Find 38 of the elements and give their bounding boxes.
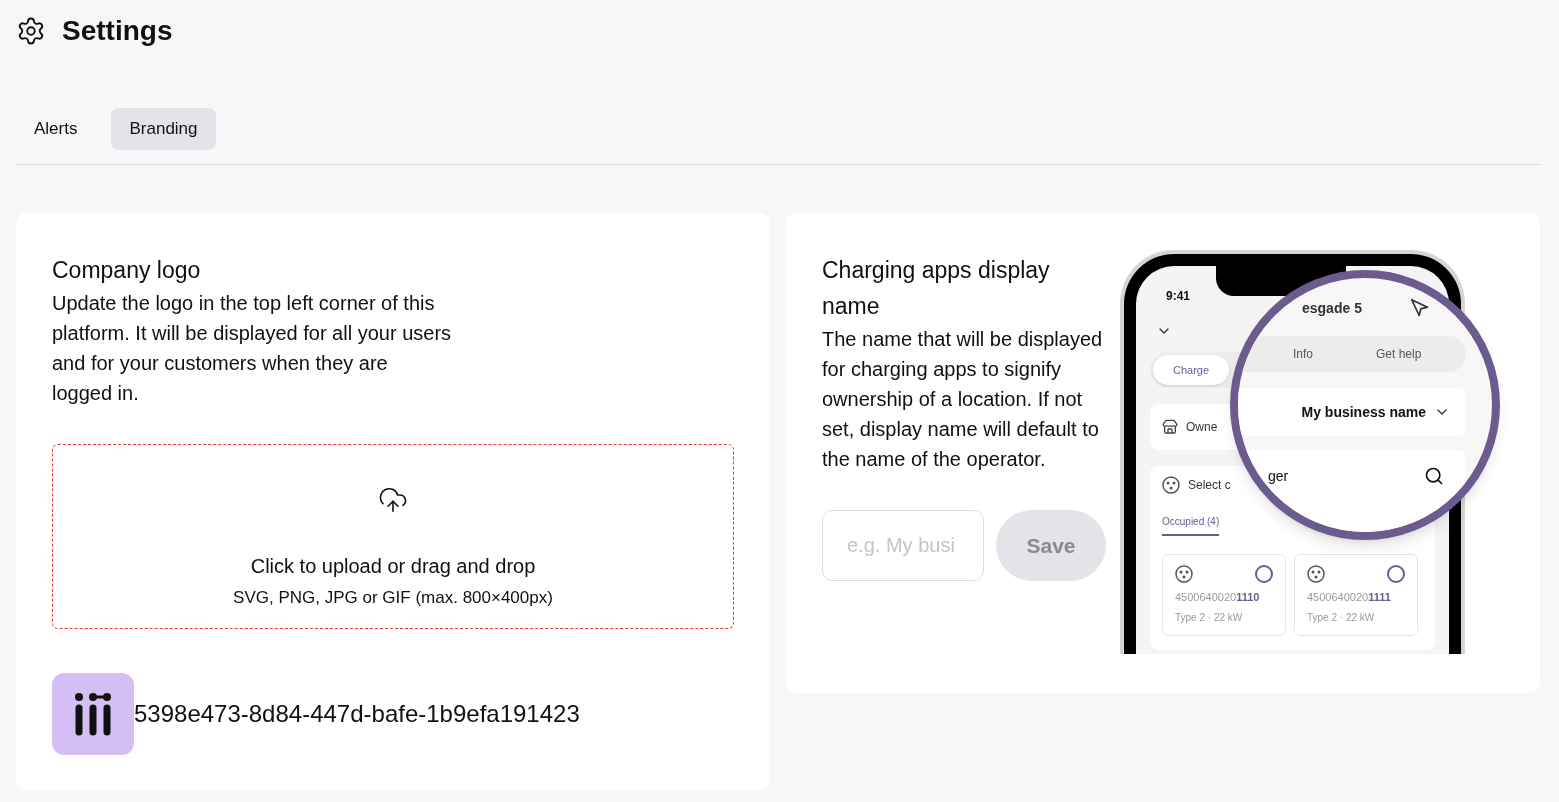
- charger-id: 45006400201110: [1175, 590, 1261, 605]
- filter-tab[interactable]: Occupied (4): [1162, 516, 1220, 527]
- card-description: The name that will be displayed for charging apps to signify ownership of a location. If not set, display name will default to the name of the operator.: [822, 327, 1104, 472]
- upload-hint: SVG, PNG, JPG or GIF (max. 800×400px): [233, 586, 553, 609]
- charger-type: Type 2 · 22 kW: [1307, 610, 1376, 625]
- logo-icon: [73, 691, 113, 736]
- select-label: Select c: [1188, 477, 1231, 494]
- charger-option[interactable]: 45006400201111 Type 2 · 22 kW: [1294, 554, 1418, 636]
- owner-value: My business name: [1301, 402, 1426, 422]
- store-icon: [1162, 419, 1178, 435]
- status-time: 9:41: [1166, 288, 1191, 305]
- settings-icon: [16, 16, 46, 46]
- phone-tab[interactable]: Info: [1293, 345, 1313, 363]
- tab[interactable]: Alerts: [16, 108, 96, 150]
- page-title: Settings: [62, 14, 173, 48]
- plug-icon: [1175, 565, 1193, 583]
- upload-title: Click to upload or drag and drop: [250, 553, 536, 579]
- charger-id: 45006400201111: [1307, 590, 1392, 605]
- phone-tab[interactable]: Get help: [1376, 345, 1422, 363]
- owner-label: Owne: [1186, 419, 1218, 436]
- charger-type: Type 2 · 22 kW: [1175, 610, 1244, 625]
- navigation-icon: [1410, 298, 1430, 318]
- card-title: Company logo: [52, 256, 202, 285]
- search-icon: [1424, 466, 1444, 486]
- phone-tab[interactable]: Charge: [1153, 355, 1229, 385]
- location-title: esgade 5: [1302, 299, 1362, 318]
- card-title: Charging apps display name: [822, 256, 1051, 321]
- radio-button[interactable]: [1387, 565, 1405, 583]
- tab[interactable]: Branding: [111, 108, 216, 150]
- card-description: Update the logo in the top left corner of this platform. It will be displayed for all your users and for your customers when they are logged in.: [52, 290, 452, 406]
- file-name: 5398e473-8d84-447d-bafe-1b9efa191423: [134, 698, 580, 729]
- display-name-input[interactable]: e.g. My busi: [822, 510, 984, 581]
- search-text: ger: [1268, 467, 1289, 486]
- upload-dropzone[interactable]: Click to upload or drag and drop SVG, PNG, JPG or GIF (max. 800×400px): [52, 443, 734, 629]
- charger-option[interactable]: 45006400201110 Type 2 · 22 kW: [1162, 554, 1286, 636]
- plug-icon: [1162, 476, 1180, 494]
- radio-button[interactable]: [1255, 565, 1273, 583]
- plug-icon: [1307, 565, 1325, 583]
